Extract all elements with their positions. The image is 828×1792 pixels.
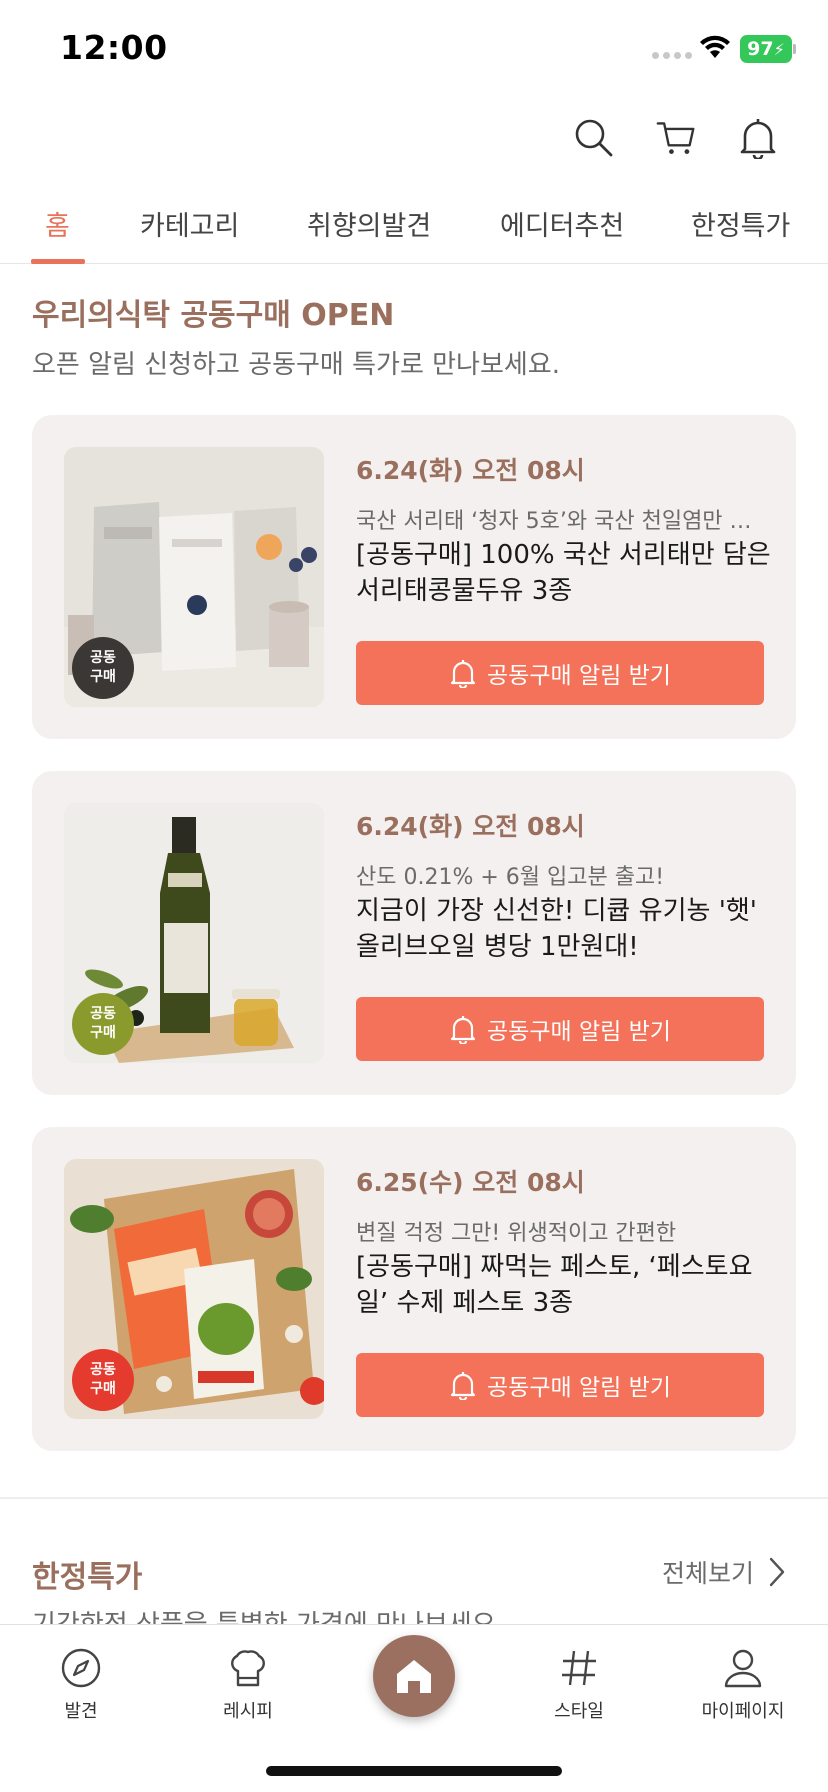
nav-label: 레시피 [223,1701,273,1722]
chef-hat-icon [225,1645,271,1691]
bell-icon [450,1372,476,1400]
category-tabs: 홈 카테고리 취향의발견 에디터추천 한정특가 [0,190,828,264]
wifi-icon [700,35,730,58]
nav-home[interactable] [373,1635,455,1717]
cart-icon[interactable] [656,116,696,160]
section-title: 우리의식탁 공동구매 OPEN [32,298,395,333]
section-subtitle: 오픈 알림 신청하고 공동구매 특가로 만나보세요. [32,350,560,380]
bell-icon [450,660,476,688]
status-time: 12:00 [60,28,168,67]
cellular-signal-icon [652,52,692,59]
chevron-right-icon [769,1557,785,1587]
person-icon [720,1645,766,1691]
battery-cap [793,44,796,54]
notify-button-label: 공동구매 알림 받기 [487,1375,671,1401]
group-buy-badge: 공동 구매 [72,1349,134,1411]
notify-button[interactable]: 공동구매 알림 받기 [356,1353,764,1417]
open-date: 6.24(화) 오전 08시 [356,812,585,841]
notify-button[interactable]: 공동구매 알림 받기 [356,641,764,705]
bell-icon[interactable] [738,116,778,160]
notify-button-label: 공동구매 알림 받기 [487,663,671,689]
tab-category[interactable]: 카테고리 [140,204,239,243]
status-bar: 12:00 97 ⚡ [0,0,828,100]
tab-limited-deal[interactable]: 한정특가 [691,204,790,243]
group-buy-card[interactable]: 공동 구매 6.24(화) 오전 08시 국산 서리태 ‘청자 5호’와 국산 … [32,415,796,739]
battery-indicator: 97 ⚡ [740,35,792,63]
group-buy-card[interactable]: 공동 구매 6.24(화) 오전 08시 산도 0.21% + 6월 입고분 출… [32,771,796,1095]
bell-icon [450,1016,476,1044]
product-title[interactable]: [공동구매] 짜먹는 페스토, ‘페스토요일’ 수제 페스토 3종 [356,1249,776,1321]
open-date: 6.24(화) 오전 08시 [356,456,585,485]
group-buy-badge: 공동 구매 [72,993,134,1055]
product-subtitle: 변질 걱정 그만! 위생적이고 간편한 [356,1221,677,1246]
tab-home[interactable]: 홈 [45,204,70,243]
compass-icon [58,1645,104,1691]
active-tab-indicator [31,259,85,264]
home-icon [397,1660,431,1693]
open-date: 6.25(수) 오전 08시 [356,1168,585,1197]
see-all-link[interactable]: 전체보기 [662,1554,786,1590]
see-all-label: 전체보기 [661,1559,754,1588]
nav-style[interactable]: 스타일 [514,1645,644,1723]
header-actions [574,116,778,160]
home-indicator [266,1766,562,1776]
nav-mypage[interactable]: 마이페이지 [678,1645,808,1723]
search-icon[interactable] [574,116,614,160]
section-divider [0,1497,828,1499]
nav-discover[interactable]: 발견 [16,1645,146,1723]
nav-label: 마이페이지 [701,1701,785,1722]
nav-recipe[interactable]: 레시피 [183,1645,313,1723]
hashtag-icon [556,1645,602,1691]
notify-button-label: 공동구매 알림 받기 [487,1019,671,1045]
product-image-pesto[interactable]: 공동 구매 [64,1159,324,1419]
group-buy-card[interactable]: 공동 구매 6.25(수) 오전 08시 변질 걱정 그만! 위생적이고 간편한… [32,1127,796,1451]
nav-label: 발견 [64,1701,98,1722]
battery-level: 97 [747,38,774,60]
product-subtitle: 국산 서리태 ‘청자 5호’와 국산 천일염만 넣었어요 [356,509,766,534]
tab-editor-pick[interactable]: 에디터추천 [500,204,624,243]
product-subtitle: 산도 0.21% + 6월 입고분 출고! [356,865,665,890]
nav-label: 스타일 [554,1701,604,1722]
product-image-soy-milk[interactable]: 공동 구매 [64,447,324,707]
tab-taste-discovery[interactable]: 취향의발견 [307,204,431,243]
product-image-olive-oil[interactable]: 공동 구매 [64,803,324,1063]
product-title[interactable]: [공동구매] 100% 국산 서리태만 담은 서리태콩물두유 3종 [356,537,776,609]
notify-button[interactable]: 공동구매 알림 받기 [356,997,764,1061]
product-title[interactable]: 지금이 가장 신선한! 디큡 유기농 '햇' 올리브오일 병당 1만원대! [356,893,776,965]
limited-deal-title: 한정특가 [32,1560,143,1595]
group-buy-badge: 공동 구매 [72,637,134,699]
